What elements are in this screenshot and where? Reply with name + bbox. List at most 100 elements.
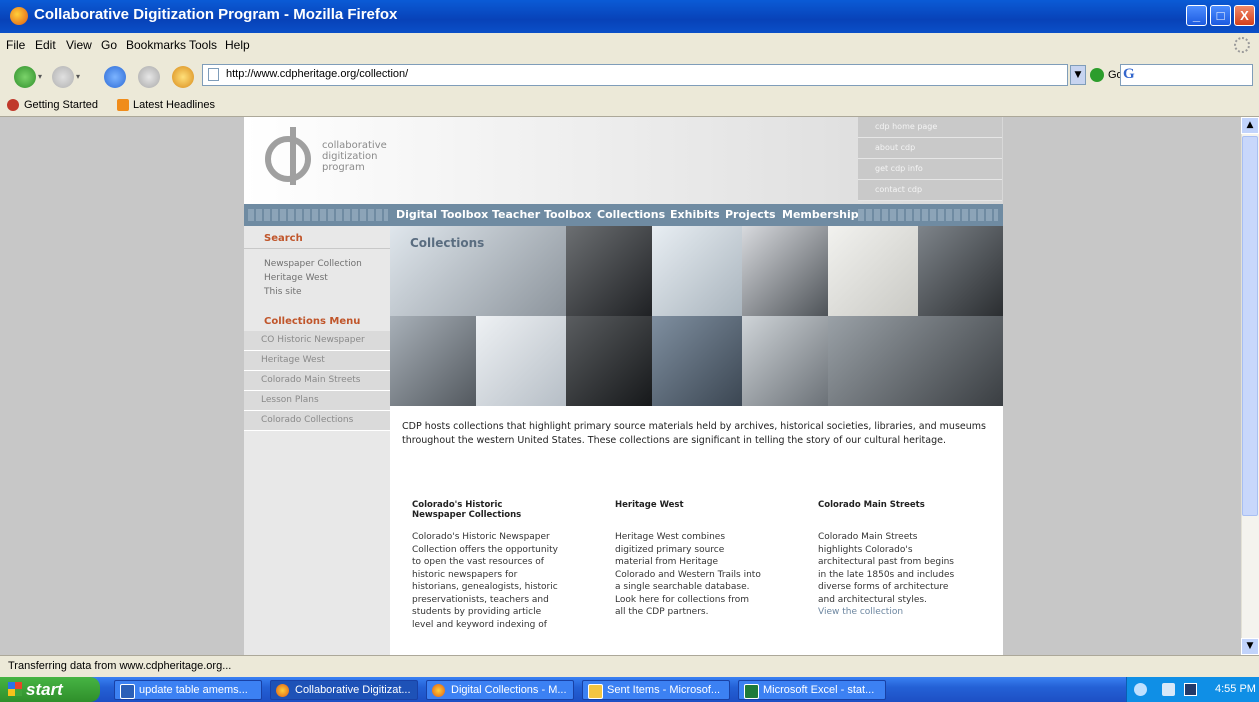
divider bbox=[244, 248, 390, 249]
view-collection-link[interactable]: View the collection bbox=[818, 607, 903, 617]
collage-title: Collections bbox=[410, 236, 485, 250]
logo-line: digitization bbox=[322, 151, 378, 162]
top-links: cdp home page about cdp get cdp info con… bbox=[858, 117, 1002, 201]
cdp-logo-icon[interactable] bbox=[264, 125, 312, 185]
reload-icon[interactable] bbox=[104, 66, 126, 88]
top-link-info[interactable]: get cdp info bbox=[858, 159, 1002, 180]
column-title-newspaper[interactable]: Colorado's Historic Newspaper Collection… bbox=[412, 500, 552, 520]
intro-paragraph: CDP hosts collections that highlight pri… bbox=[402, 421, 986, 446]
page-icon bbox=[208, 68, 219, 81]
menu-edit[interactable]: Edit bbox=[35, 38, 56, 52]
back-icon[interactable] bbox=[14, 66, 36, 88]
nav-collections[interactable]: Collections bbox=[597, 208, 665, 221]
clock[interactable]: 4:55 PM bbox=[1215, 683, 1256, 695]
sidebar-link-newspaper[interactable]: Newspaper Collection bbox=[264, 259, 362, 269]
sidebar-item-main-streets[interactable]: Colorado Main Streets bbox=[244, 371, 390, 391]
menu-view[interactable]: View bbox=[66, 38, 92, 52]
home-icon[interactable] bbox=[172, 66, 194, 88]
nav-projects[interactable]: Projects bbox=[725, 208, 776, 221]
sidebar-item-co-newspaper[interactable]: CO Historic Newspaper bbox=[244, 331, 390, 351]
logo-line: collaborative bbox=[322, 140, 387, 151]
maximize-button[interactable]: □ bbox=[1210, 5, 1231, 26]
stop-icon[interactable] bbox=[138, 66, 160, 88]
outlook-icon bbox=[588, 684, 603, 699]
nav-decoration bbox=[248, 209, 388, 221]
logo-line: program bbox=[322, 162, 365, 173]
main-nav: Digital Toolbox Teacher Toolbox Collecti… bbox=[244, 204, 1003, 226]
tray-arrow-icon[interactable] bbox=[1134, 683, 1147, 696]
column-title-heritage-west[interactable]: Heritage West bbox=[615, 500, 755, 510]
sidebar-collections-heading[interactable]: Collections Menu bbox=[264, 316, 360, 327]
collage-photo bbox=[566, 226, 652, 316]
nav-teacher-toolbox[interactable]: Teacher Toolbox bbox=[492, 208, 591, 221]
top-link-contact[interactable]: contact cdp bbox=[858, 180, 1002, 201]
volume-icon[interactable] bbox=[1162, 683, 1175, 696]
nav-decoration bbox=[858, 209, 998, 221]
collage-photo bbox=[652, 226, 742, 316]
collage-photo bbox=[476, 316, 566, 406]
menu-help[interactable]: Help bbox=[225, 38, 250, 52]
taskbar-item-firefox[interactable]: Collaborative Digitizat... bbox=[270, 680, 418, 700]
taskbar-item-label: Microsoft Excel - stat... bbox=[763, 684, 875, 696]
taskbar-item-label: Sent Items - Microsof... bbox=[607, 684, 721, 696]
search-input[interactable] bbox=[1120, 64, 1253, 86]
sidebar-link-heritage-west[interactable]: Heritage West bbox=[264, 273, 328, 283]
column-title-main-streets[interactable]: Colorado Main Streets bbox=[818, 500, 958, 510]
windows-logo-icon bbox=[8, 682, 22, 696]
close-button[interactable]: X bbox=[1234, 5, 1255, 26]
nav-exhibits[interactable]: Exhibits bbox=[670, 208, 720, 221]
url-text[interactable]: http://www.cdpheritage.org/collection/ bbox=[226, 68, 408, 80]
google-icon[interactable]: G bbox=[1123, 66, 1135, 83]
forward-dropdown-icon[interactable]: ▾ bbox=[76, 72, 80, 81]
top-link-about[interactable]: about cdp bbox=[858, 138, 1002, 159]
sidebar-item-heritage-west[interactable]: Heritage West bbox=[244, 351, 390, 371]
throbber-icon bbox=[1234, 37, 1250, 53]
window-title: Collaborative Digitization Program - Moz… bbox=[34, 6, 398, 23]
nav-membership[interactable]: Membership bbox=[782, 208, 859, 221]
back-dropdown-icon[interactable]: ▾ bbox=[38, 72, 42, 81]
top-link-home[interactable]: cdp home page bbox=[858, 117, 1002, 138]
status-text: Transferring data from www.cdpheritage.o… bbox=[8, 660, 232, 672]
firefox-icon bbox=[432, 684, 445, 697]
taskbar-item-word[interactable]: update table amems... bbox=[114, 680, 262, 700]
sidebar-search-heading[interactable]: Search bbox=[264, 233, 303, 244]
firefox-icon bbox=[10, 7, 28, 25]
scroll-down-icon[interactable]: ▼ bbox=[1241, 638, 1259, 655]
column-text: Colorado Main Streets highlights Colorad… bbox=[818, 532, 955, 605]
collage-photo bbox=[390, 316, 476, 406]
sidebar-link-this-site[interactable]: This site bbox=[264, 287, 302, 297]
bookmark-getting-started[interactable]: Getting Started bbox=[24, 99, 98, 111]
taskbar-item-label: Collaborative Digitizat... bbox=[295, 684, 411, 696]
taskbar-item-label: update table amems... bbox=[139, 684, 248, 696]
forward-icon[interactable] bbox=[52, 66, 74, 88]
taskbar-item-digital-collections[interactable]: Digital Collections - M... bbox=[426, 680, 574, 700]
word-icon bbox=[120, 684, 135, 699]
taskbar-item-outlook[interactable]: Sent Items - Microsof... bbox=[582, 680, 730, 700]
nav-digital-toolbox[interactable]: Digital Toolbox bbox=[396, 208, 488, 221]
network-icon[interactable] bbox=[1184, 683, 1197, 696]
sidebar-item-colorado-collections[interactable]: Colorado Collections bbox=[244, 411, 390, 431]
go-icon[interactable] bbox=[1090, 68, 1104, 82]
collage-photo bbox=[828, 226, 918, 316]
minimize-button[interactable]: _ bbox=[1186, 5, 1207, 26]
taskbar-item-excel[interactable]: Microsoft Excel - stat... bbox=[738, 680, 886, 700]
column-body-main-streets: Colorado Main Streets highlights Colorad… bbox=[818, 531, 964, 619]
collage-photo bbox=[918, 226, 1003, 316]
scroll-up-icon[interactable]: ▲ bbox=[1241, 117, 1259, 134]
collage-photo bbox=[652, 316, 742, 406]
firefox-icon bbox=[276, 684, 289, 697]
scrollbar-thumb[interactable] bbox=[1242, 136, 1258, 516]
logo-text: collaborative digitization program bbox=[322, 140, 387, 173]
bookmark-latest-headlines[interactable]: Latest Headlines bbox=[133, 99, 215, 111]
sidebar-item-lesson-plans[interactable]: Lesson Plans bbox=[244, 391, 390, 411]
collage-photo bbox=[828, 316, 1003, 406]
menu-tools[interactable]: Tools bbox=[189, 38, 217, 52]
start-label[interactable]: start bbox=[26, 680, 63, 700]
menu-bookmarks[interactable]: Bookmarks bbox=[126, 38, 186, 52]
url-dropdown-icon[interactable]: ▼ bbox=[1070, 65, 1086, 85]
menu-go[interactable]: Go bbox=[101, 38, 117, 52]
getting-started-icon bbox=[7, 99, 19, 111]
menu-file[interactable]: File bbox=[6, 38, 25, 52]
column-body-newspaper: Colorado's Historic Newspaper Collection… bbox=[412, 532, 558, 630]
collage-photo bbox=[742, 226, 828, 316]
